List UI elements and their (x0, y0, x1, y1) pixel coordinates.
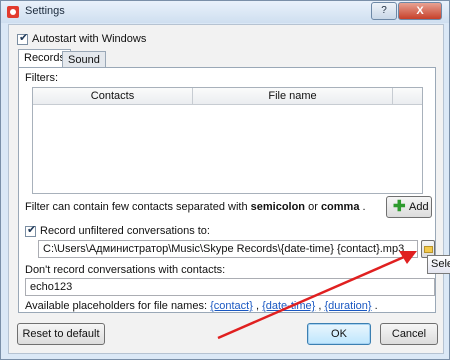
settings-window: Settings ? X ✔ Autostart with Windows Re… (0, 0, 450, 360)
placeholder-contact-link[interactable]: {contact} (210, 300, 253, 312)
folder-icon (424, 246, 433, 253)
hint-or: or (305, 201, 321, 213)
placeholder-duration-link[interactable]: {duration} (324, 300, 371, 312)
filters-label: Filters: (25, 72, 58, 84)
column-file-name[interactable]: File name (193, 88, 393, 104)
window-title: Settings (25, 5, 65, 17)
dont-record-label: Don't record conversations with contacts… (25, 264, 226, 276)
placeholder-date-time-link[interactable]: {date-time} (262, 300, 315, 312)
app-icon (7, 6, 19, 18)
dont-record-input[interactable]: echo123 (25, 278, 435, 296)
column-contacts[interactable]: Contacts (33, 88, 193, 104)
placeholders-label: Available placeholders for file names: (25, 300, 208, 312)
autostart-label[interactable]: Autostart with Windows (32, 33, 146, 45)
cancel-button[interactable]: Cancel (380, 323, 438, 345)
check-icon: ✔ (19, 32, 29, 44)
record-unfiltered-label[interactable]: Record unfiltered conversations to: (40, 225, 210, 237)
hint-semicolon: semicolon (250, 201, 306, 213)
ok-button[interactable]: OK (307, 323, 371, 345)
autostart-checkbox[interactable]: ✔ (17, 32, 29, 45)
filter-hint: Filter can contain few contacts separate… (25, 201, 366, 213)
records-panel: Filters: Contacts File name Filter can c… (18, 67, 436, 313)
reset-to-default-button[interactable]: Reset to default (17, 323, 105, 345)
hint-text: Filter can contain few contacts separate… (25, 201, 251, 213)
dialog-client: ✔ Autostart with Windows Records Sound F… (8, 24, 444, 354)
add-filter-button[interactable]: ✚ Add (386, 196, 432, 218)
table-header: Contacts File name (33, 88, 422, 105)
close-button[interactable]: X (398, 2, 442, 20)
placeholder-separator: , (252, 300, 263, 312)
record-path-input[interactable]: C:\Users\Администратор\Music\Skype Recor… (38, 240, 418, 258)
add-label: Add (409, 201, 429, 213)
filters-table[interactable]: Contacts File name (32, 87, 423, 194)
browse-tooltip: Select (427, 255, 450, 274)
check-icon: ✔ (27, 224, 37, 236)
hint-end: . (359, 201, 366, 213)
placeholders-line: Available placeholders for file names: {… (25, 300, 378, 312)
hint-comma: comma (320, 201, 360, 213)
title-bar[interactable]: Settings ? X (1, 1, 449, 23)
plus-icon: ✚ (393, 198, 406, 215)
help-button[interactable]: ? (371, 2, 397, 20)
record-unfiltered-checkbox[interactable]: ✔ (25, 224, 37, 237)
placeholder-end: . (371, 300, 378, 312)
